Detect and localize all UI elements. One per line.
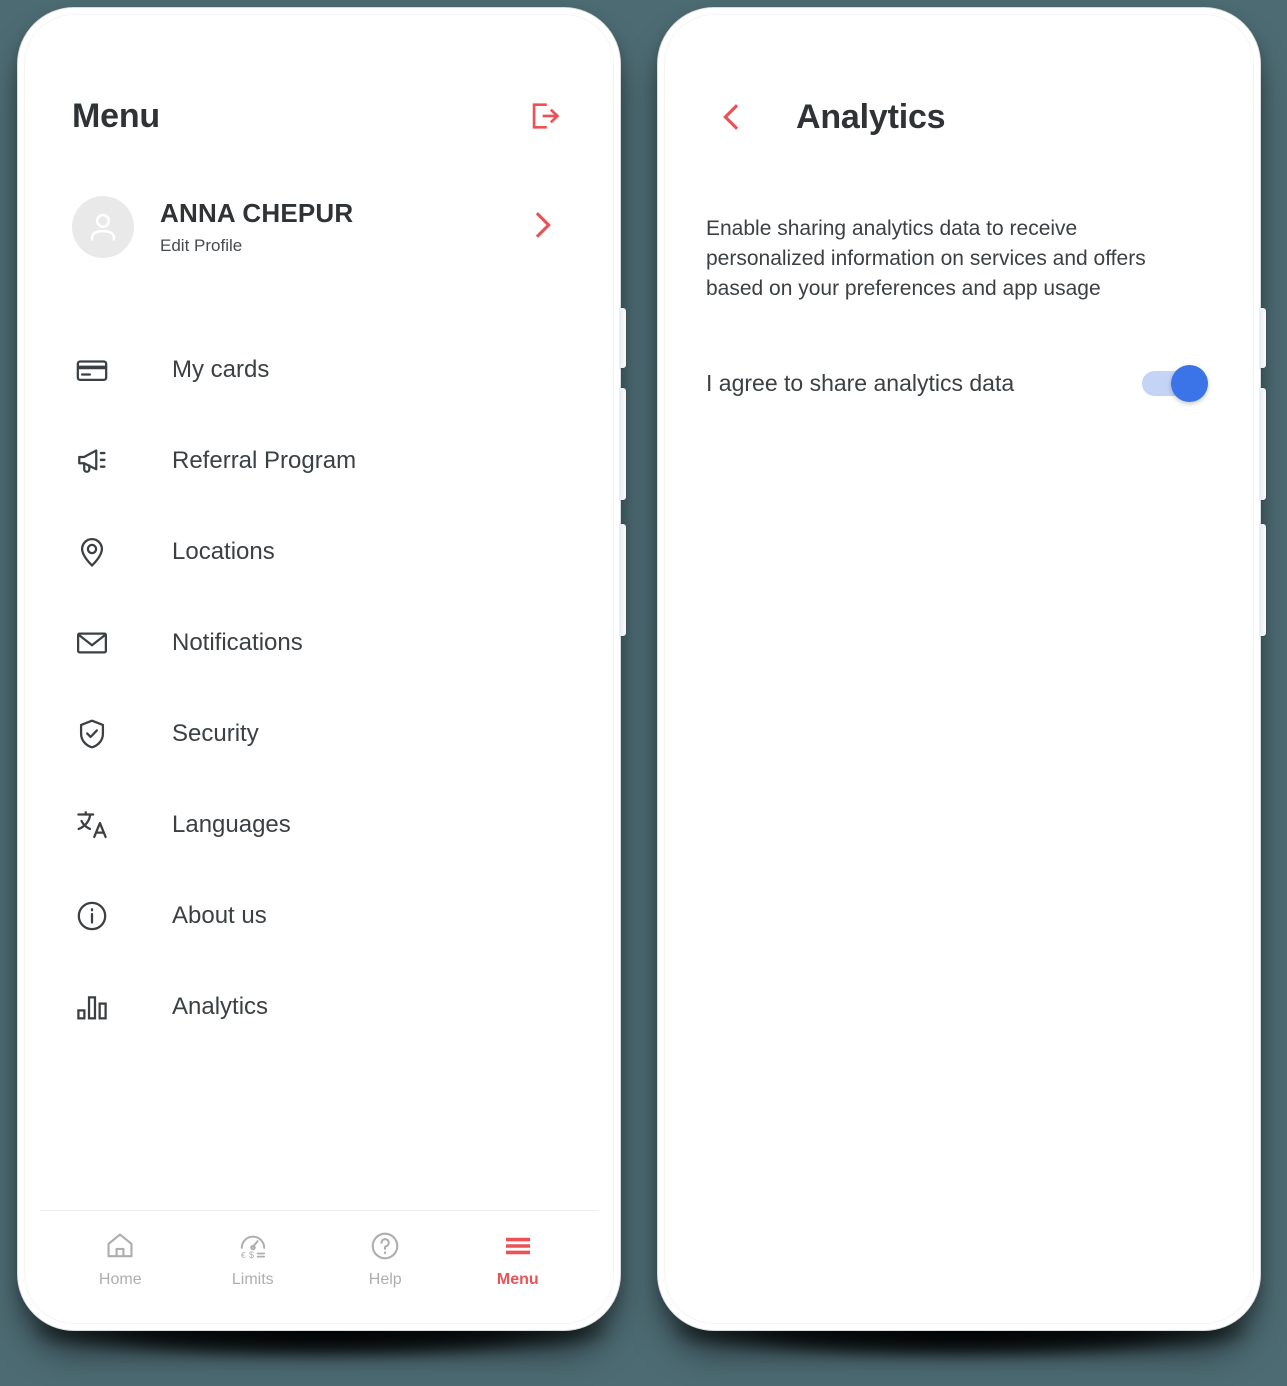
logout-icon bbox=[532, 103, 560, 129]
nav-item-home[interactable]: Home bbox=[54, 1230, 187, 1289]
analytics-header: Analytics bbox=[680, 22, 1238, 140]
screenshot-stage: Menu ANNA CHEPUR Edit Profile My cards R… bbox=[0, 0, 1287, 1386]
profile-texts: ANNA CHEPUR Edit Profile bbox=[160, 198, 526, 255]
menu-item-label: About us bbox=[172, 901, 267, 929]
side-button-volume-right[interactable] bbox=[1260, 388, 1266, 500]
menu-item-label: Languages bbox=[172, 810, 291, 838]
logout-button[interactable] bbox=[522, 94, 566, 138]
analytics-page-title: Analytics bbox=[796, 97, 946, 136]
menu-item-label: Referral Program bbox=[172, 446, 357, 474]
menu-item-referral-program[interactable]: Referral Program bbox=[40, 415, 598, 506]
side-button-mute[interactable] bbox=[620, 308, 626, 368]
nav-item-label: Help bbox=[368, 1271, 402, 1288]
profile-chevron-button[interactable] bbox=[526, 205, 566, 250]
back-button[interactable] bbox=[708, 94, 754, 140]
megaphone-icon bbox=[72, 441, 112, 481]
nav-item-menu[interactable]: Menu bbox=[452, 1230, 585, 1289]
side-button-power-right[interactable] bbox=[1260, 524, 1266, 636]
menu-item-label: Security bbox=[172, 719, 259, 747]
svg-text:$: $ bbox=[249, 1250, 254, 1260]
menu-list: My cards Referral Program Locations Noti… bbox=[40, 258, 598, 1210]
bar-chart-icon bbox=[72, 987, 112, 1027]
credit-card-icon bbox=[72, 350, 112, 390]
avatar bbox=[72, 196, 134, 258]
analytics-consent-row: I agree to share analytics data bbox=[680, 303, 1238, 403]
svg-text:€: € bbox=[241, 1250, 246, 1260]
shield-check-icon bbox=[72, 714, 112, 754]
nav-item-label: Limits bbox=[231, 1271, 274, 1288]
nav-item-help[interactable]: Help bbox=[319, 1230, 452, 1289]
menu-header: Menu bbox=[40, 22, 598, 138]
user-avatar-icon bbox=[90, 213, 116, 241]
page-title: Menu bbox=[72, 96, 160, 135]
analytics-description: Enable sharing analytics data to receive… bbox=[706, 217, 1146, 300]
translate-icon bbox=[72, 805, 112, 845]
menu-item-locations[interactable]: Locations bbox=[40, 506, 598, 597]
side-button-mute-right[interactable] bbox=[1260, 308, 1266, 368]
menu-item-analytics[interactable]: Analytics bbox=[40, 961, 598, 1052]
menu-item-languages[interactable]: Languages bbox=[40, 779, 598, 870]
menu-item-label: Analytics bbox=[172, 992, 269, 1020]
profile-row[interactable]: ANNA CHEPUR Edit Profile bbox=[40, 138, 598, 258]
menu-item-label: Notifications bbox=[172, 628, 303, 656]
nav-item-label: Menu bbox=[496, 1271, 539, 1288]
nav-item-label: Home bbox=[98, 1271, 142, 1288]
menu-screen: Menu ANNA CHEPUR Edit Profile My cards R… bbox=[40, 22, 598, 1314]
hamburger-icon bbox=[505, 1237, 530, 1255]
phone-right: Analytics Enable sharing analytics data … bbox=[658, 8, 1266, 1330]
envelope-icon bbox=[72, 623, 112, 663]
speedometer-icon: € $ bbox=[240, 1235, 265, 1260]
edit-profile-label: Edit Profile bbox=[160, 235, 243, 255]
phone-left: Menu ANNA CHEPUR Edit Profile My cards R… bbox=[18, 8, 626, 1330]
map-pin-icon bbox=[72, 532, 112, 572]
menu-item-about-us[interactable]: About us bbox=[40, 870, 598, 961]
analytics-consent-toggle[interactable] bbox=[1142, 365, 1208, 403]
side-button-power[interactable] bbox=[620, 524, 626, 636]
profile-name: ANNA CHEPUR bbox=[160, 198, 354, 229]
question-icon bbox=[371, 1232, 399, 1260]
nav-item-limits[interactable]: € $ Limits bbox=[187, 1230, 320, 1289]
menu-item-label: My cards bbox=[172, 355, 270, 383]
side-button-volume[interactable] bbox=[620, 388, 626, 500]
analytics-consent-label: I agree to share analytics data bbox=[706, 369, 1015, 396]
menu-item-notifications[interactable]: Notifications bbox=[40, 597, 598, 688]
menu-item-security[interactable]: Security bbox=[40, 688, 598, 779]
info-circle-icon bbox=[72, 896, 112, 936]
toggle-thumb bbox=[1171, 365, 1208, 403]
analytics-screen: Analytics Enable sharing analytics data … bbox=[680, 22, 1238, 1314]
menu-item-label: Locations bbox=[172, 537, 275, 565]
menu-item-my-cards[interactable]: My cards bbox=[40, 324, 598, 415]
chevron-right-icon bbox=[535, 211, 551, 238]
chevron-left-icon bbox=[723, 104, 739, 130]
home-icon bbox=[107, 1233, 133, 1258]
bottom-navigation: Home € $ Limits Help Menu bbox=[40, 1210, 598, 1314]
